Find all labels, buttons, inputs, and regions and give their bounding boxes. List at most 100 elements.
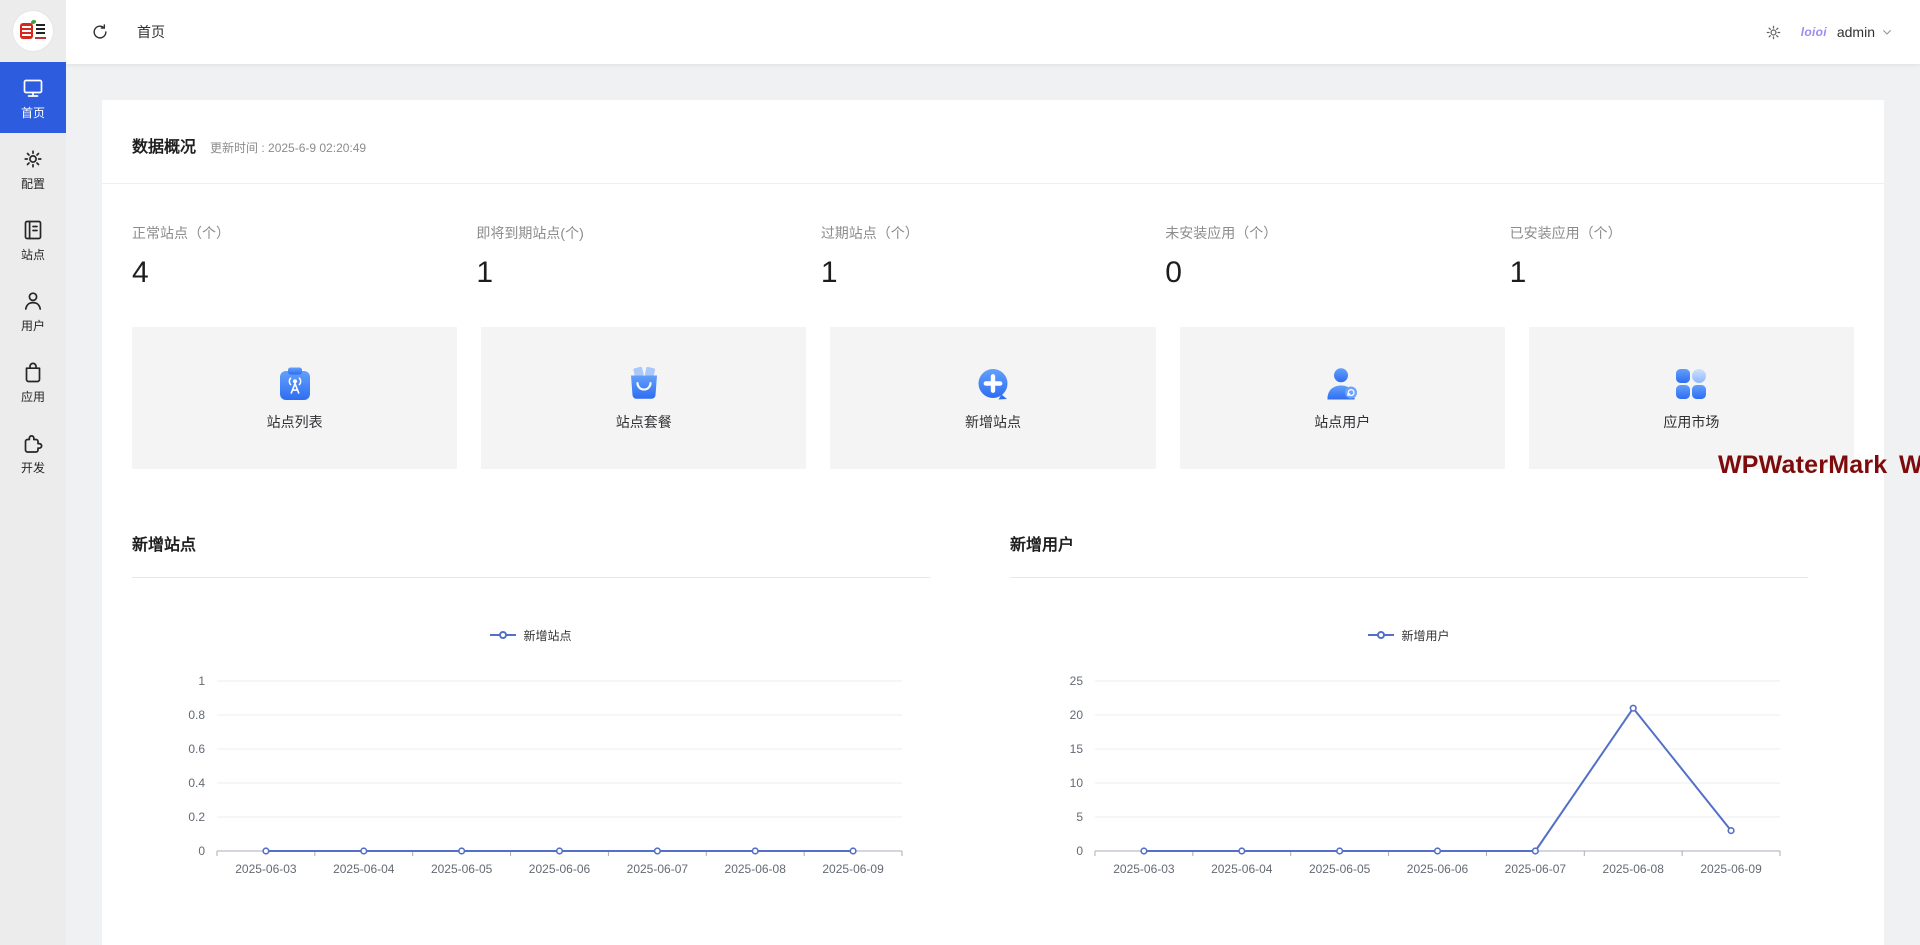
new-sites-line-chart: 00.20.40.60.812025-06-032025-06-042025-0… xyxy=(132,655,930,895)
brand-logo-icon xyxy=(13,11,53,51)
gear-icon xyxy=(21,147,45,171)
badge-label: loioi xyxy=(1801,25,1827,39)
stat-label: 正常站点（个） xyxy=(132,223,476,243)
breadcrumb[interactable]: 首页 xyxy=(137,22,165,42)
site-list-icon xyxy=(275,364,315,404)
sidebar-item-users[interactable]: 用户 xyxy=(0,275,66,346)
site-users-icon xyxy=(1322,364,1362,404)
new-sites-chart-section: 新增站点 新增站点 0 0.2 0.4 0.6 0.8 1 2025-06-03 2025-0… xyxy=(132,536,930,895)
shortcut-label: 新增站点 xyxy=(965,412,1021,432)
legend-label: 新增用户 xyxy=(1401,627,1449,644)
watermark-text: WPWaterMark xyxy=(1718,451,1887,480)
stat-value: 1 xyxy=(1510,256,1854,289)
svg-text:2025-06-03: 2025-06-03 xyxy=(235,862,297,876)
svg-text:15: 15 xyxy=(1070,742,1084,756)
watermark-text-clipped: WPWaterMark xyxy=(1899,451,1920,480)
brand-logo xyxy=(0,0,66,62)
divider xyxy=(132,577,930,578)
shortcut-card-site-list[interactable]: 站点列表 xyxy=(132,327,457,469)
topbar-right: loioi admin xyxy=(1764,23,1895,42)
sidebar-item-sites[interactable]: 站点 xyxy=(0,204,66,275)
user-menu[interactable]: admin xyxy=(1837,24,1895,40)
svg-text:0.6: 0.6 xyxy=(188,742,205,756)
monitor-icon xyxy=(21,76,45,100)
stat-card: 未安装应用（个） 0 xyxy=(1165,223,1509,289)
svg-text:2025-06-08: 2025-06-08 xyxy=(1603,862,1665,876)
svg-text:2025-06-04: 2025-06-04 xyxy=(1211,862,1273,876)
legend-new-users[interactable]: 新增用户 xyxy=(1010,625,1808,645)
legend-label: 新增站点 xyxy=(523,627,571,644)
svg-text:10: 10 xyxy=(1070,776,1084,790)
svg-text:0: 0 xyxy=(198,844,205,858)
legend-new-sites[interactable]: 新增站点 xyxy=(132,625,930,645)
add-site-icon xyxy=(973,364,1013,404)
svg-text:1: 1 xyxy=(198,674,205,688)
sidebar-item-label: 应用 xyxy=(21,391,45,403)
puzzle-icon xyxy=(21,431,45,455)
chart-title: 新增站点 xyxy=(132,536,930,556)
chevron-down-icon xyxy=(1879,24,1895,40)
topbar: 首页 loioi admin xyxy=(66,0,1920,64)
svg-text:20: 20 xyxy=(1070,708,1084,722)
stats-row: 正常站点（个）4即将到期站点(个)1过期站点（个）1未安装应用（个）0已安装应用… xyxy=(132,223,1854,289)
refresh-icon[interactable] xyxy=(90,22,110,42)
shortcut-card-app-market[interactable]: 应用市场 xyxy=(1529,327,1854,469)
sidebar-item-apps[interactable]: 应用 xyxy=(0,346,66,417)
sidebar-item-config[interactable]: 配置 xyxy=(0,133,66,204)
shortcut-card-site-users[interactable]: 站点用户 xyxy=(1180,327,1505,469)
shortcut-card-site-plan[interactable]: 站点套餐 xyxy=(481,327,806,469)
divider xyxy=(102,183,1884,184)
overview-header: 数据概况 更新时间 : 2025-6-9 02:20:49 xyxy=(132,100,1854,157)
stat-card: 已安装应用（个） 1 xyxy=(1510,223,1854,289)
stat-label: 已安装应用（个） xyxy=(1510,223,1854,243)
sidebar-nav: 首页配置站点用户应用开发 xyxy=(0,62,66,488)
svg-text:2025-06-08: 2025-06-08 xyxy=(725,862,787,876)
new-users-chart-section: 新增用户 新增用户 05101520252025-06-032025-06-04… xyxy=(1010,536,1808,895)
shortcut-card-add-site[interactable]: 新增站点 xyxy=(830,327,1155,469)
chart-title: 新增用户 xyxy=(1010,536,1808,556)
settings-gear-icon[interactable] xyxy=(1764,23,1783,42)
svg-text:0.2: 0.2 xyxy=(188,810,205,824)
svg-text:0: 0 xyxy=(1076,844,1083,858)
divider xyxy=(1010,577,1808,578)
sidebar-item-home[interactable]: 首页 xyxy=(0,62,66,133)
svg-text:2025-06-06: 2025-06-06 xyxy=(1407,862,1469,876)
shortcut-label: 站点列表 xyxy=(267,412,323,432)
app-market-icon xyxy=(1671,364,1711,404)
stat-value: 1 xyxy=(476,256,820,289)
stat-label: 即将到期站点(个) xyxy=(476,223,820,243)
stat-value: 0 xyxy=(1165,256,1509,289)
doc-list-icon xyxy=(21,218,45,242)
shortcut-label: 站点用户 xyxy=(1314,412,1370,432)
stat-label: 未安装应用（个） xyxy=(1165,223,1509,243)
charts-row: 新增站点 新增站点 0 0.2 0.4 0.6 0.8 1 2025-06-03 2025-0… xyxy=(132,536,1854,895)
sidebar-item-label: 开发 xyxy=(21,462,45,474)
svg-text:0.4: 0.4 xyxy=(188,776,205,790)
shortcut-cards-row: 站点列表 站点套餐 新增站点 站点用户 应用市场 xyxy=(132,327,1854,469)
sidebar: 首页配置站点用户应用开发 xyxy=(0,0,66,945)
svg-text:0.8: 0.8 xyxy=(188,708,205,722)
overview-title: 数据概况 xyxy=(132,133,196,157)
brand-seal-icon xyxy=(20,23,33,39)
stat-card: 即将到期站点(个) 1 xyxy=(476,223,820,289)
sidebar-item-label: 用户 xyxy=(21,320,45,332)
svg-text:2025-06-07: 2025-06-07 xyxy=(1505,862,1567,876)
stat-value: 1 xyxy=(821,256,1165,289)
svg-text:2025-06-06: 2025-06-06 xyxy=(529,862,591,876)
user-icon xyxy=(21,289,45,313)
username-label: admin xyxy=(1837,24,1875,40)
shortcut-label: 站点套餐 xyxy=(616,412,672,432)
new-users-line-chart: 05101520252025-06-032025-06-042025-06-05… xyxy=(1010,655,1808,895)
sidebar-item-label: 站点 xyxy=(21,249,45,261)
stat-card: 过期站点（个）1 xyxy=(821,223,1165,289)
sidebar-item-label: 配置 xyxy=(21,178,45,190)
overview-panel: 数据概况 更新时间 : 2025-6-9 02:20:49 正常站点（个） 4即将… xyxy=(102,100,1884,945)
stat-value: 4 xyxy=(132,256,476,289)
bag-icon xyxy=(21,360,45,384)
legend-line-icon xyxy=(1368,634,1394,636)
sidebar-item-dev[interactable]: 开发 xyxy=(0,417,66,488)
brand-glyph-icon xyxy=(35,24,46,39)
stat-card: 正常站点（个） 4 xyxy=(132,223,476,289)
main-content: 数据概况 更新时间 : 2025-6-9 02:20:49 正常站点（个） 4即将… xyxy=(66,64,1920,945)
sidebar-item-label: 首页 xyxy=(21,107,45,119)
